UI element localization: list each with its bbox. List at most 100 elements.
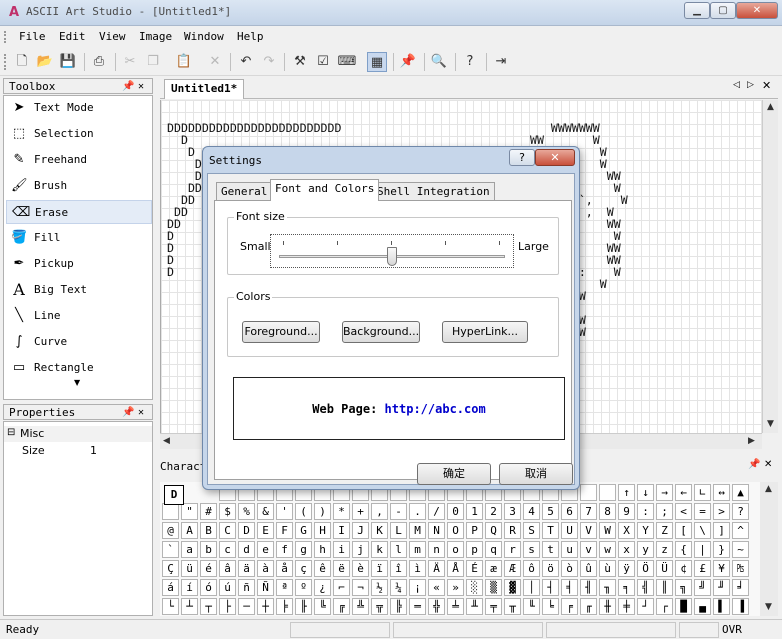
char-cell[interactable]: ↓ bbox=[637, 484, 654, 501]
more-tools-icon[interactable]: ▼ bbox=[74, 378, 80, 387]
paste-icon[interactable]: 📋 bbox=[174, 52, 194, 72]
char-cell[interactable]: r bbox=[504, 541, 521, 558]
char-cell[interactable]: ╣ bbox=[637, 579, 654, 596]
char-cell[interactable]: K bbox=[371, 522, 388, 539]
char-cell[interactable]: ─ bbox=[238, 598, 255, 615]
char-cell[interactable]: < bbox=[675, 503, 692, 520]
char-cell[interactable]: ' bbox=[276, 503, 293, 520]
char-cell[interactable]: o bbox=[447, 541, 464, 558]
char-cell[interactable]: ¥ bbox=[713, 560, 730, 577]
char-cell[interactable]: S bbox=[523, 522, 540, 539]
char-cell[interactable]: B bbox=[200, 522, 217, 539]
char-cell[interactable]: g bbox=[295, 541, 312, 558]
char-cell[interactable]: 3 bbox=[504, 503, 521, 520]
char-cell[interactable]: ▌ bbox=[713, 598, 730, 615]
char-cell[interactable]: u bbox=[561, 541, 578, 558]
close-panel-icon[interactable]: ✕ bbox=[764, 459, 772, 470]
char-cell[interactable]: Ñ bbox=[257, 579, 274, 596]
char-cell[interactable]: a bbox=[181, 541, 198, 558]
menu-view[interactable]: View bbox=[99, 30, 126, 43]
char-cell[interactable]: ╜ bbox=[713, 579, 730, 596]
char-cell[interactable]: Q bbox=[485, 522, 502, 539]
char-cell[interactable]: # bbox=[200, 503, 217, 520]
char-cell[interactable]: A bbox=[181, 522, 198, 539]
char-cell[interactable]: 6 bbox=[561, 503, 578, 520]
char-cell[interactable]: j bbox=[352, 541, 369, 558]
char-cell[interactable]: ╛ bbox=[732, 579, 749, 596]
char-cell[interactable]: ╥ bbox=[504, 598, 521, 615]
vertical-scrollbar[interactable]: ▲ ▼ bbox=[762, 100, 778, 433]
char-cell[interactable]: & bbox=[257, 503, 274, 520]
char-cell[interactable]: å bbox=[276, 560, 293, 577]
char-cell[interactable]: ï bbox=[371, 560, 388, 577]
tools-icon[interactable]: ⚒ bbox=[290, 52, 310, 72]
char-cell[interactable]: z bbox=[656, 541, 673, 558]
char-cell[interactable]: ┴ bbox=[181, 598, 198, 615]
dialog-help-button[interactable]: ? bbox=[509, 149, 535, 166]
document-tab[interactable]: Untitled1* bbox=[164, 79, 245, 99]
tab-right-icon[interactable]: ▷ bbox=[747, 80, 754, 90]
char-cell[interactable]: s bbox=[523, 541, 540, 558]
char-cell[interactable]: ╝ bbox=[694, 579, 711, 596]
exit-icon[interactable]: ⇥ bbox=[491, 52, 511, 72]
cancel-button[interactable]: 取消 bbox=[499, 463, 573, 485]
char-cell[interactable]: ` bbox=[162, 541, 179, 558]
char-cell[interactable]: ä bbox=[238, 560, 255, 577]
char-cell[interactable]: ; bbox=[656, 503, 673, 520]
new-icon[interactable]: 🗋 bbox=[12, 52, 32, 72]
tool-line[interactable]: ╲ Line bbox=[6, 304, 152, 328]
char-cell[interactable]: ╙ bbox=[523, 598, 540, 615]
char-cell[interactable]: ╪ bbox=[618, 598, 635, 615]
char-cell[interactable]: n bbox=[428, 541, 445, 558]
char-cell[interactable]: { bbox=[675, 541, 692, 558]
char-cell[interactable]: ▲ bbox=[732, 484, 749, 501]
char-cell[interactable]: ) bbox=[314, 503, 331, 520]
char-cell[interactable]: Ö bbox=[637, 560, 654, 577]
tool-curve[interactable]: ∫ Curve bbox=[6, 330, 152, 354]
char-cell[interactable]: | bbox=[694, 541, 711, 558]
close-document-icon[interactable]: ✕ bbox=[762, 79, 771, 92]
char-cell[interactable]: Å bbox=[447, 560, 464, 577]
char-cell[interactable]: ₧ bbox=[732, 560, 749, 577]
char-cell[interactable]: ╘ bbox=[542, 598, 559, 615]
char-cell[interactable]: d bbox=[238, 541, 255, 558]
tool-rectangle[interactable]: ▭ Rectangle bbox=[6, 356, 152, 380]
char-cell[interactable]: ÿ bbox=[618, 560, 635, 577]
cut-icon[interactable]: ✂ bbox=[120, 52, 140, 72]
scroll-up-icon[interactable]: ▲ bbox=[765, 484, 772, 494]
char-cell[interactable]: ═ bbox=[409, 598, 426, 615]
dialog-close-button[interactable]: ✕ bbox=[535, 149, 575, 166]
grid-icon[interactable]: ▦ bbox=[367, 52, 387, 72]
tab-left-icon[interactable]: ◁ bbox=[733, 80, 740, 90]
help-icon[interactable]: ? bbox=[460, 52, 480, 72]
char-cell[interactable]: i bbox=[333, 541, 350, 558]
char-cell[interactable]: ┤ bbox=[542, 579, 559, 596]
char-cell[interactable]: ë bbox=[333, 560, 350, 577]
open-icon[interactable]: 📂 bbox=[35, 52, 55, 72]
char-cell[interactable]: , bbox=[371, 503, 388, 520]
char-cell[interactable]: è bbox=[352, 560, 369, 577]
char-cell[interactable]: f bbox=[276, 541, 293, 558]
char-cell[interactable]: ¡ bbox=[409, 579, 426, 596]
char-cell[interactable]: 7 bbox=[580, 503, 597, 520]
char-cell[interactable]: E bbox=[257, 522, 274, 539]
char-cell[interactable]: N bbox=[428, 522, 445, 539]
copy-icon[interactable]: ❐ bbox=[143, 52, 163, 72]
char-cell[interactable]: ┘ bbox=[637, 598, 654, 615]
scroll-left-icon[interactable]: ◀ bbox=[163, 436, 170, 446]
keyboard-icon[interactable]: ⌨ bbox=[337, 52, 357, 72]
char-cell[interactable]: º bbox=[295, 579, 312, 596]
char-cell[interactable]: £ bbox=[694, 560, 711, 577]
redo-icon[interactable]: ↷ bbox=[259, 52, 279, 72]
char-cell[interactable]: Ä bbox=[428, 560, 445, 577]
char-cell[interactable]: H bbox=[314, 522, 331, 539]
char-cell[interactable]: ú bbox=[219, 579, 236, 596]
char-cell[interactable]: ╨ bbox=[466, 598, 483, 615]
ok-button[interactable]: 确定 bbox=[417, 463, 491, 485]
char-cell[interactable]: } bbox=[713, 541, 730, 558]
minimize-button[interactable]: ▁ bbox=[684, 2, 710, 19]
char-cell[interactable]: ╢ bbox=[580, 579, 597, 596]
foreground-button[interactable]: Foreground... bbox=[242, 321, 320, 343]
char-cell[interactable]: ù bbox=[599, 560, 616, 577]
char-cell[interactable]: X bbox=[618, 522, 635, 539]
